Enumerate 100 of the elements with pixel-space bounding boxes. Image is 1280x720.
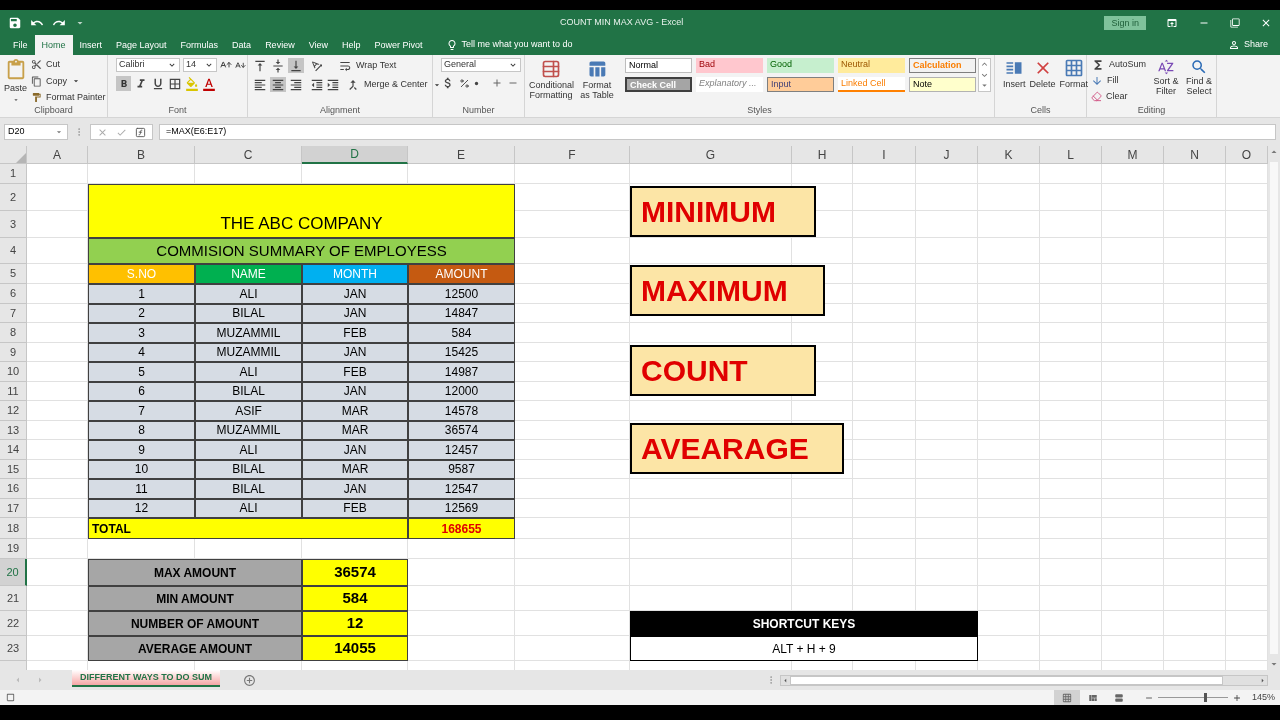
font-size-field[interactable]: 14 xyxy=(183,58,217,72)
scrollbar-thumb[interactable] xyxy=(790,675,1223,685)
menu-tab[interactable]: File xyxy=(6,35,35,55)
row-header[interactable]: 22 xyxy=(0,611,27,636)
format-as-table-button[interactable]: Format as Table xyxy=(577,80,617,100)
format-painter-button[interactable]: Format Painter xyxy=(46,91,106,105)
horizontal-align-button[interactable] xyxy=(270,77,286,92)
scissors-icon[interactable] xyxy=(31,59,42,71)
brush-icon[interactable] xyxy=(31,92,42,104)
name-box[interactable]: D20 xyxy=(4,124,68,140)
row-header[interactable]: 6 xyxy=(0,284,27,304)
cell-style-option[interactable]: Neutral xyxy=(838,58,905,73)
column-header[interactable]: A xyxy=(27,146,88,164)
indent-icon[interactable] xyxy=(326,77,340,92)
menu-tab[interactable]: Data xyxy=(225,35,259,55)
row-header[interactable]: 10 xyxy=(0,362,27,382)
ribbon-display-icon[interactable] xyxy=(1166,16,1178,29)
cell-style-option[interactable]: Explanatory ... xyxy=(696,76,763,92)
underline-icon[interactable] xyxy=(151,76,165,91)
paste-button[interactable]: Paste xyxy=(4,82,27,96)
cell-style-option[interactable]: Input xyxy=(767,76,834,92)
row-header[interactable]: 2 xyxy=(0,184,27,211)
column-header[interactable]: F xyxy=(515,146,630,164)
row-header[interactable]: 12 xyxy=(0,401,27,421)
column-header[interactable]: G xyxy=(630,146,792,164)
row-header[interactable]: 23 xyxy=(0,636,27,661)
horizontal-align-button[interactable] xyxy=(288,77,304,92)
column-header[interactable]: L xyxy=(1040,146,1102,164)
macro-record-icon[interactable] xyxy=(5,692,16,703)
sheet-tab[interactable]: DIFFERENT WAYS TO DO SUM xyxy=(72,670,220,687)
slider-thumb[interactable] xyxy=(1203,693,1207,702)
menu-tab[interactable]: Help xyxy=(335,35,368,55)
row-header[interactable]: 16 xyxy=(0,479,27,499)
insert-button[interactable]: Insert xyxy=(1003,78,1026,92)
column-header[interactable]: J xyxy=(916,146,978,164)
cell-style-option[interactable]: Good xyxy=(767,58,834,73)
vertical-align-button[interactable] xyxy=(288,58,304,73)
cut-button[interactable]: Cut xyxy=(46,58,61,72)
menu-tab[interactable]: Insert xyxy=(72,35,110,55)
delete-button[interactable]: Delete xyxy=(1029,78,1056,92)
tell-me-field[interactable]: Tell me what you want to do xyxy=(461,38,573,52)
fill-button[interactable]: Fill xyxy=(1107,74,1119,88)
sigma-icon[interactable] xyxy=(1091,58,1105,72)
view-button[interactable] xyxy=(1053,690,1080,705)
formula-field[interactable]: =MAX(E6:E17) xyxy=(159,124,1276,140)
vertical-align-button[interactable] xyxy=(252,58,268,73)
column-header[interactable]: D xyxy=(302,146,408,164)
row-header[interactable]: 18 xyxy=(0,518,27,539)
zoom-slider[interactable] xyxy=(1157,693,1228,702)
row-header[interactable]: 3 xyxy=(0,211,27,238)
borders-icon[interactable] xyxy=(168,76,182,91)
font-color-icon[interactable] xyxy=(202,76,216,91)
autosum-button[interactable]: AutoSum xyxy=(1109,58,1147,72)
horizontal-scrollbar[interactable] xyxy=(780,674,1268,686)
menu-tab[interactable]: Review xyxy=(258,35,302,55)
row-header[interactable]: 19 xyxy=(0,539,27,559)
cell-style-option[interactable]: Normal xyxy=(625,58,692,73)
font-name-field[interactable]: Calibri xyxy=(116,58,180,72)
cell-style-option[interactable]: Note xyxy=(909,76,976,92)
row-header[interactable]: 1 xyxy=(0,164,27,184)
column-header[interactable]: O xyxy=(1226,146,1268,164)
column-header[interactable]: M xyxy=(1102,146,1164,164)
conditional-formatting-button[interactable]: Conditional Formatting xyxy=(529,80,573,100)
cell-style-option[interactable]: Bad xyxy=(696,58,763,73)
shrink-font-icon[interactable] xyxy=(235,59,246,71)
menu-tab[interactable]: Power Pivot xyxy=(367,35,430,55)
column-header[interactable]: C xyxy=(195,146,302,164)
percent-icon[interactable] xyxy=(459,77,470,89)
menu-tab[interactable]: Page Layout xyxy=(109,35,174,55)
sort-filter-button[interactable]: Sort & Filter xyxy=(1150,76,1183,96)
format-cells-icon[interactable] xyxy=(1063,58,1084,78)
number-format-field[interactable]: General xyxy=(441,58,521,72)
column-header[interactable]: E xyxy=(408,146,515,164)
column-header[interactable]: K xyxy=(978,146,1040,164)
row-header[interactable]: 14 xyxy=(0,440,27,460)
merge-center-button[interactable]: Merge & Center xyxy=(364,77,428,92)
column-header[interactable]: H xyxy=(792,146,853,164)
insert-function-icon[interactable] xyxy=(135,126,146,138)
row-header[interactable]: 5 xyxy=(0,264,27,284)
outdent-icon[interactable] xyxy=(310,77,324,92)
add-sheet-icon[interactable] xyxy=(243,673,256,687)
conditional-format-icon[interactable] xyxy=(541,58,561,80)
menu-tab[interactable]: Home xyxy=(34,35,73,55)
format-button[interactable]: Format xyxy=(1059,78,1089,92)
row-header[interactable]: 8 xyxy=(0,323,27,343)
column-header[interactable]: N xyxy=(1164,146,1226,164)
sign-in-button[interactable]: Sign in xyxy=(1104,15,1146,30)
clear-button[interactable]: Clear xyxy=(1106,89,1128,103)
copy-icon[interactable] xyxy=(31,75,42,87)
wrap-text-button[interactable]: Wrap Text xyxy=(356,58,397,73)
horizontal-align-button[interactable] xyxy=(252,77,268,92)
bold-button[interactable] xyxy=(116,76,131,91)
find-select-button[interactable]: Find & Select xyxy=(1182,76,1217,96)
sort-icon[interactable] xyxy=(1157,58,1176,76)
row-header[interactable]: 4 xyxy=(0,238,27,264)
save-icon[interactable] xyxy=(8,15,22,30)
share-button[interactable]: Share xyxy=(1243,38,1268,52)
menu-tab[interactable]: Formulas xyxy=(173,35,226,55)
row-header[interactable]: 20 xyxy=(0,559,27,586)
vertical-align-button[interactable] xyxy=(270,58,286,73)
